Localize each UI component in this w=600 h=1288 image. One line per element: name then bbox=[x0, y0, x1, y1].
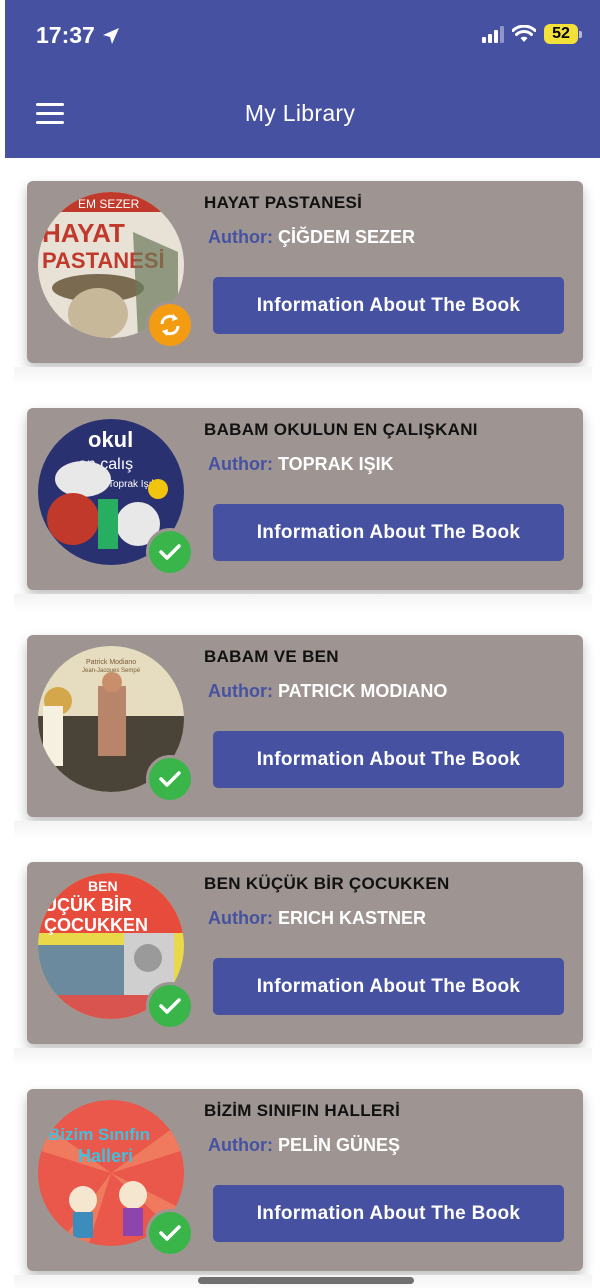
cover-title-line-2: Halleri bbox=[78, 1146, 133, 1166]
author-name: PATRICK MODIANO bbox=[278, 681, 448, 701]
author-name: PELİN GÜNEŞ bbox=[278, 1135, 401, 1155]
book-title: BİZİM SINIFIN HALLERİ bbox=[204, 1101, 401, 1120]
completed-status-badge bbox=[146, 528, 194, 576]
status-time: 17:37 bbox=[36, 22, 121, 49]
author-label: Author: bbox=[208, 908, 273, 928]
book-info-button[interactable]: Information About The Book bbox=[213, 504, 564, 561]
book-author: Author: PATRICK MODIANO bbox=[208, 681, 447, 702]
completed-status-badge bbox=[146, 1209, 194, 1257]
author-name: ÇİĞDEM SEZER bbox=[278, 227, 416, 247]
author-label: Author: bbox=[208, 454, 273, 474]
book-card: okul en çalış Toprak Işık BABAM OKULUN E… bbox=[27, 408, 583, 590]
book-title: BABAM OKULUN EN ÇALIŞKANI bbox=[204, 420, 478, 439]
book-title: BABAM VE BEN bbox=[204, 647, 339, 666]
cover-title-line-1: okul bbox=[88, 427, 133, 452]
cover-title-line-3: ÇOCUKKEN bbox=[44, 915, 148, 935]
book-title: BEN KÜÇÜK BİR ÇOCUKKEN bbox=[204, 874, 450, 893]
author-label: Author: bbox=[208, 1135, 273, 1155]
status-time-text: 17:37 bbox=[36, 22, 95, 48]
book-card: BEN ÜÇÜK BİR ÇOCUKKEN BEN KÜÇÜK BİR ÇOCU… bbox=[27, 862, 583, 1044]
sync-icon bbox=[160, 314, 180, 336]
home-indicator[interactable] bbox=[198, 1277, 414, 1284]
battery-icon: 52 bbox=[544, 24, 582, 44]
cover-author-text: Patrick Modiano bbox=[86, 659, 136, 666]
list-item: BEN ÜÇÜK BİR ÇOCUKKEN BEN KÜÇÜK BİR ÇOCU… bbox=[0, 839, 600, 1066]
book-info-button[interactable]: Information About The Book bbox=[213, 731, 564, 788]
book-card: Bizim Sınıfın Halleri BİZİM SINIFIN HALL… bbox=[27, 1089, 583, 1271]
location-arrow-icon bbox=[102, 27, 119, 44]
book-author: Author: ÇİĞDEM SEZER bbox=[208, 227, 415, 248]
book-author: Author: TOPRAK IŞIK bbox=[208, 454, 394, 475]
checkmark-icon bbox=[159, 771, 181, 787]
checkmark-icon bbox=[159, 544, 181, 560]
cover-title-line-1: HAYAT bbox=[42, 218, 125, 248]
list-item: EM SEZER HAYAT PASTANESİ HAYAT PASTANESİ bbox=[0, 158, 600, 385]
book-author: Author: ERICH KASTNER bbox=[208, 908, 426, 929]
completed-status-badge bbox=[146, 982, 194, 1030]
battery-level: 52 bbox=[544, 24, 578, 44]
cover-title-line-1: Bizim Sınıfın bbox=[48, 1125, 150, 1144]
author-name: ERICH KASTNER bbox=[278, 908, 427, 928]
book-title: HAYAT PASTANESİ bbox=[204, 193, 363, 212]
list-item: Bizim Sınıfın Halleri BİZİM SINIFIN HALL… bbox=[0, 1066, 600, 1288]
list-item: Patrick Modiano Jean-Jacques Sempé BABAM… bbox=[0, 612, 600, 839]
wifi-icon bbox=[512, 25, 536, 42]
author-name: TOPRAK IŞIK bbox=[278, 454, 394, 474]
book-info-button[interactable]: Information About The Book bbox=[213, 958, 564, 1015]
book-author: Author: PELİN GÜNEŞ bbox=[208, 1135, 400, 1156]
sync-status-badge bbox=[146, 301, 194, 349]
cellular-signal-icon bbox=[482, 25, 504, 43]
checkmark-icon bbox=[159, 1225, 181, 1241]
cover-author-text: EM SEZER bbox=[78, 197, 140, 211]
cover-title-line-1: BEN bbox=[88, 878, 118, 894]
book-info-button[interactable]: Information About The Book bbox=[213, 277, 564, 334]
author-label: Author: bbox=[208, 681, 273, 701]
book-card: EM SEZER HAYAT PASTANESİ HAYAT PASTANESİ bbox=[27, 181, 583, 363]
author-label: Author: bbox=[208, 227, 273, 247]
book-card: Patrick Modiano Jean-Jacques Sempé BABAM… bbox=[27, 635, 583, 817]
checkmark-icon bbox=[159, 998, 181, 1014]
cover-title-line-2: ÜÇÜK BİR bbox=[44, 895, 132, 915]
list-item: okul en çalış Toprak Işık BABAM OKULUN E… bbox=[0, 385, 600, 612]
completed-status-badge bbox=[146, 755, 194, 803]
book-info-button[interactable]: Information About The Book bbox=[213, 1185, 564, 1242]
page-title: My Library bbox=[244, 100, 356, 126]
status-indicators: 52 bbox=[482, 24, 582, 44]
